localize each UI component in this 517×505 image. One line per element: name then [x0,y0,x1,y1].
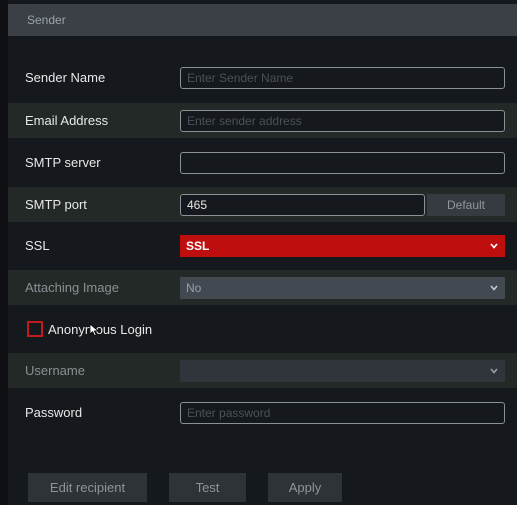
ssl-select[interactable]: SSL [180,235,505,257]
ssl-label: SSL [25,238,50,253]
smtp-server-row: SMTP server [8,145,517,180]
ssl-row: SSL SSL [8,228,517,263]
ssl-selected-value: SSL [186,239,210,253]
smtp-port-row: SMTP port Default [8,187,517,222]
password-row: Password [8,395,517,430]
password-input[interactable] [180,402,505,424]
apply-button[interactable]: Apply [268,473,342,502]
edit-recipient-button[interactable]: Edit recipient [28,473,147,502]
sender-name-row: Sender Name [8,60,517,95]
anonymous-login-row: Anonymous Login [8,312,517,347]
chevron-down-icon [490,285,498,291]
section-header: Sender [8,4,517,36]
username-select[interactable] [180,360,505,382]
attaching-image-select[interactable]: No [180,277,505,299]
email-address-row: Email Address [8,103,517,138]
chevron-down-icon [490,368,498,374]
smtp-port-label: SMTP port [25,197,87,212]
section-title: Sender [27,13,66,27]
smtp-server-input[interactable] [180,152,505,174]
smtp-port-input[interactable] [180,194,425,216]
email-address-label: Email Address [25,113,109,128]
attaching-image-row: Attaching Image No [8,270,517,305]
sender-name-input[interactable] [180,67,505,89]
anonymous-login-label: Anonymous Login [48,322,153,337]
attaching-image-label: Attaching Image [25,280,119,295]
username-row: Username [8,353,517,388]
password-label: Password [25,405,83,420]
email-address-input[interactable] [180,110,505,132]
sender-name-label: Sender Name [25,70,106,85]
test-button[interactable]: Test [169,473,246,502]
chevron-down-icon [490,243,498,249]
default-port-button[interactable]: Default [427,194,505,216]
smtp-server-label: SMTP server [25,155,101,170]
attaching-image-selected-value: No [186,281,202,295]
anonymous-login-checkbox[interactable] [27,321,43,337]
username-label: Username [25,363,85,378]
mouse-pointer-icon [89,323,100,337]
